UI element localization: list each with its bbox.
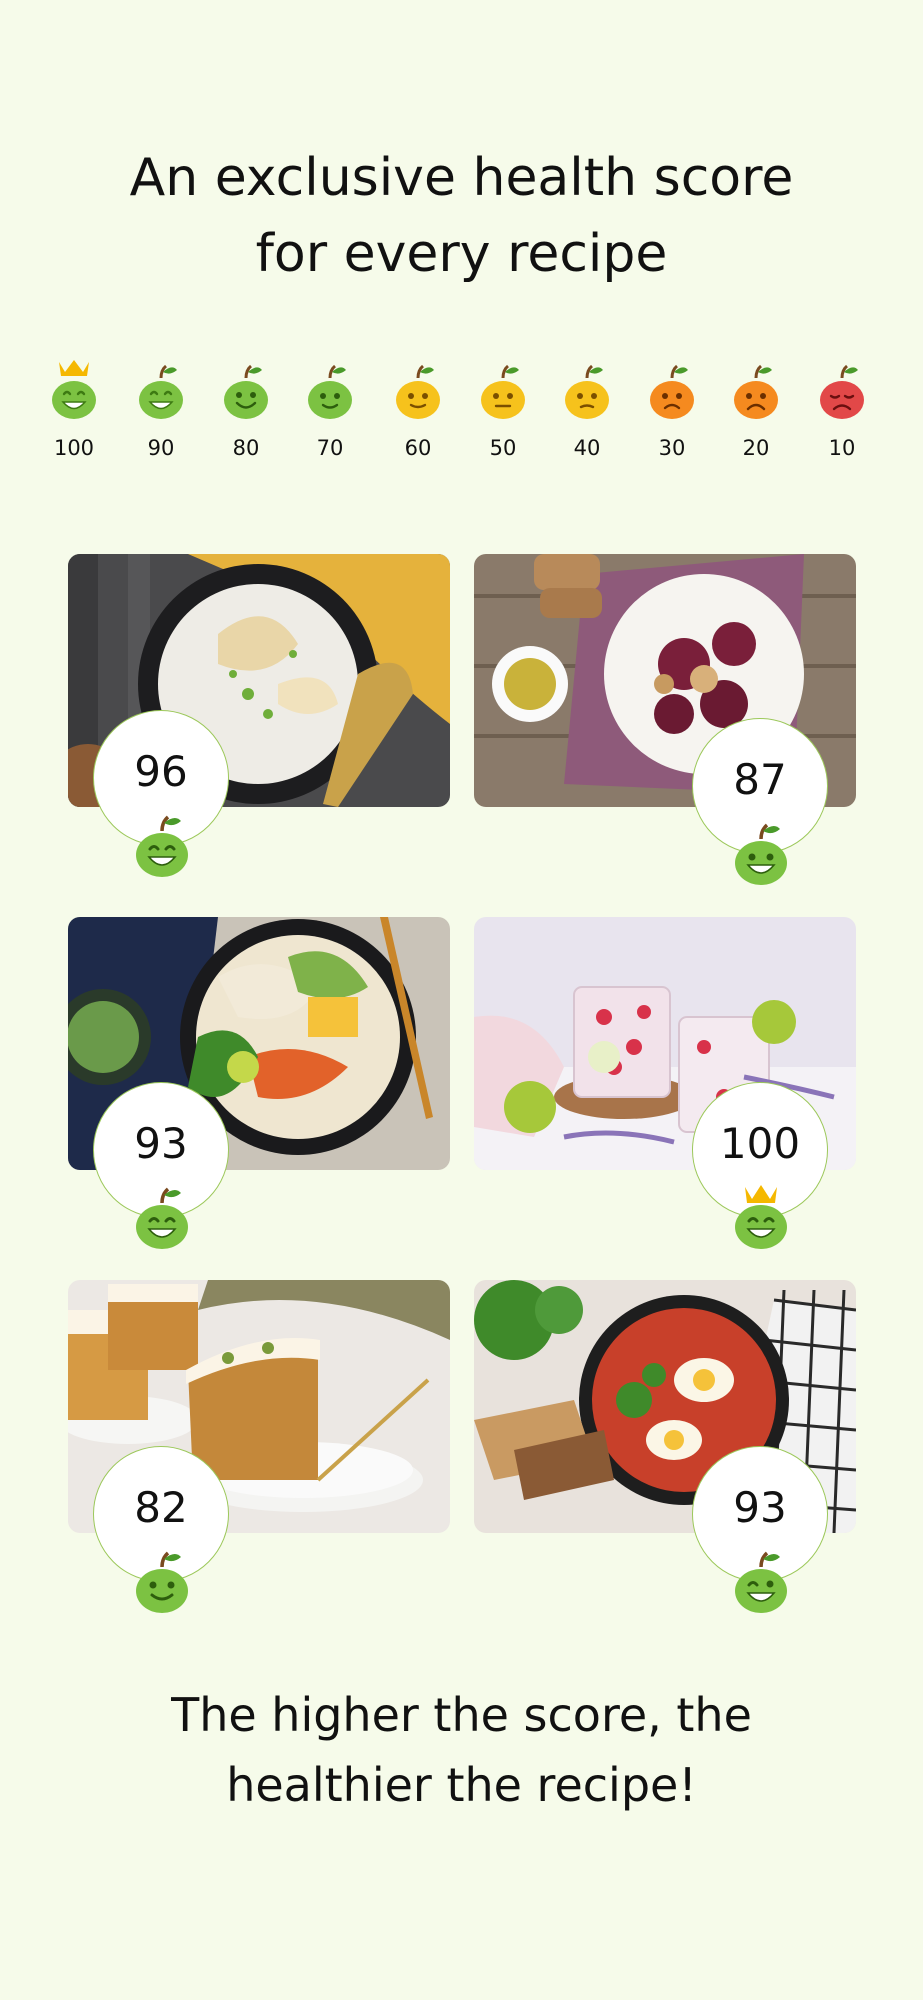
green-apple-icon [735,1551,787,1613]
orange-apple-icon [650,364,694,419]
green-apple-icon [136,815,188,877]
crowned-green-apple-icon [735,1185,787,1249]
health-score-badge: 100 [692,1082,828,1249]
headline-line-1: An exclusive health score [129,148,794,208]
green-apple-icon [136,1551,188,1613]
headline: An exclusive health score for every reci… [0,140,923,292]
crowned-green-apple-icon [52,360,96,419]
health-score-badge: 82 [93,1446,229,1613]
green-apple-icon [139,364,183,419]
scale-value: 100 [53,436,95,460]
scale-value: 40 [573,436,601,460]
health-score-badge: 93 [692,1446,828,1613]
health-score-value: 93 [134,1119,188,1168]
scale-value: 20 [742,436,770,460]
footer-line-2: healthier the recipe! [226,1758,697,1812]
green-apple-icon [735,823,787,885]
green-apple-icon [136,1187,188,1249]
scale-value: 50 [489,436,517,460]
headline-line-2: for every recipe [255,224,668,284]
health-score-value: 100 [719,1119,801,1168]
health-score-value: 93 [733,1483,787,1532]
scale-value: 30 [658,436,686,460]
footer-line-1: The higher the score, the [171,1688,752,1742]
health-score-value: 87 [733,755,787,804]
green-apple-icon [308,364,352,419]
sad-red-apple-icon [820,364,864,419]
footer-tagline: The higher the score, the healthier the … [0,1680,923,1820]
yellow-apple-icon [481,364,525,419]
health-score-scale: 100 90 80 70 60 50 40 30 20 10 [0,360,923,470]
green-apple-icon [224,364,268,419]
scale-value: 10 [828,436,856,460]
health-score-badge: 96 [93,710,229,877]
health-score-value: 82 [134,1483,188,1532]
health-score-value: 96 [134,747,188,796]
scale-value: 60 [404,436,432,460]
orange-apple-icon [734,364,778,419]
scale-value: 90 [147,436,175,460]
scale-value: 70 [316,436,344,460]
health-score-badge: 93 [93,1082,229,1249]
yellow-apple-icon [396,364,440,419]
yellow-apple-icon [565,364,609,419]
scale-value: 80 [232,436,260,460]
health-score-badge: 87 [692,718,828,885]
